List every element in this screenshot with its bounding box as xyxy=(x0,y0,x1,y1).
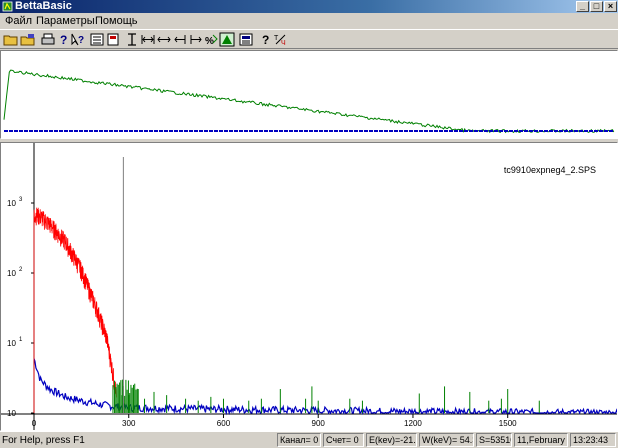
overview-spectrum-panel[interactable] xyxy=(0,50,618,139)
peak-icon xyxy=(219,32,235,47)
svg-text:?: ? xyxy=(60,33,67,47)
x-tick-label: 1500 xyxy=(499,419,517,428)
list-button[interactable] xyxy=(89,32,105,47)
y-tick-exponent: 2 xyxy=(19,267,23,273)
close-button[interactable]: × xyxy=(604,1,617,12)
calibrate-icon xyxy=(107,33,119,46)
print-icon xyxy=(41,33,55,45)
svg-text:Ч: Ч xyxy=(281,40,286,47)
y-tick-exponent: 3 xyxy=(19,197,23,203)
series-red xyxy=(33,207,117,413)
question-icon: ? xyxy=(262,33,269,47)
x-tick-label: 0 xyxy=(32,419,37,428)
y-tick-exponent: 1 xyxy=(19,337,23,343)
x-tick-label: 1200 xyxy=(404,419,422,428)
context-help-button[interactable]: ? xyxy=(70,32,86,47)
marker-button[interactable] xyxy=(124,32,140,47)
report-button[interactable] xyxy=(238,32,254,47)
toolbar: ? ? % ? TЧ xyxy=(0,29,618,49)
status-bar: For Help, press F1 Канал= 0 Счет= 0 E(ke… xyxy=(0,431,618,448)
status-date: 11,February 03 xyxy=(514,433,568,447)
overview-spectrum-plot[interactable] xyxy=(1,51,617,138)
menu-parameters[interactable]: Параметры xyxy=(36,15,95,27)
y-tick-label: 10 xyxy=(7,199,16,208)
save-button[interactable] xyxy=(20,32,36,47)
window-title: BettaBasic xyxy=(15,0,72,12)
y-tick-label: 10 xyxy=(7,269,16,278)
status-area: S=53510 xyxy=(476,433,512,447)
fit-button[interactable]: % xyxy=(204,32,220,47)
settings-icon: TЧ xyxy=(274,34,286,47)
status-help-text: For Help, press F1 xyxy=(2,435,85,446)
question-button[interactable]: ? xyxy=(258,32,274,47)
plot-series xyxy=(33,207,618,416)
svg-text:%: % xyxy=(205,36,214,47)
svg-text:?: ? xyxy=(262,33,269,47)
x-tick-label: 600 xyxy=(217,419,231,428)
series-blue xyxy=(33,358,618,416)
status-time: 13:23:43 xyxy=(570,433,616,447)
app-icon xyxy=(2,1,13,12)
maximize-button[interactable]: □ xyxy=(590,1,603,12)
shift-right-button[interactable] xyxy=(188,32,204,47)
svg-text:?: ? xyxy=(78,35,84,46)
spectrum-filename: tc9910expneg4_2.SPS xyxy=(504,165,596,175)
shift-left-button[interactable] xyxy=(172,32,188,47)
y-tick-label: 10 xyxy=(7,339,16,348)
menu-help[interactable]: Помощь xyxy=(95,15,138,27)
x-tick-label: 900 xyxy=(312,419,326,428)
context-help-icon: ? xyxy=(71,33,84,46)
main-spectrum-plot[interactable]: 0 300 600 900 1200 15001010 110 210 3 tc9910expn… xyxy=(1,143,618,430)
main-spectrum-panel[interactable]: 0 300 600 900 1200 1500 10 10 1 10 2 10 3 tc9910expn… xyxy=(0,142,618,431)
marker-icon xyxy=(128,33,136,46)
title-bar: BettaBasic _ □ × xyxy=(0,0,618,13)
settings-button[interactable]: TЧ xyxy=(273,32,289,47)
status-width: W(keV)= 54.33 xyxy=(419,433,474,447)
status-count: Счет= 0 xyxy=(323,433,364,447)
status-energy: E(kev)=-21.91 xyxy=(366,433,417,447)
open-button[interactable] xyxy=(3,32,19,47)
list-icon xyxy=(90,33,104,46)
save-icon xyxy=(20,34,35,46)
range-icon xyxy=(141,35,155,44)
x-tick-label: 300 xyxy=(122,419,136,428)
report-icon xyxy=(239,33,253,46)
menu-bar: Файл Параметры Помощь xyxy=(0,13,618,29)
svg-text:T: T xyxy=(274,35,279,42)
fit-icon: % xyxy=(205,34,218,47)
minimize-button[interactable]: _ xyxy=(576,1,589,12)
shift-right-icon xyxy=(190,35,202,44)
plot-axes: 0 300 600 900 1200 15001010 110 210 3 xyxy=(1,143,617,430)
menu-file[interactable]: Файл xyxy=(5,15,32,27)
zoom-horizontal-button[interactable] xyxy=(156,32,172,47)
status-channel: Канал= 0 xyxy=(277,433,321,447)
calibrate-button[interactable] xyxy=(105,32,121,47)
overview-series-green xyxy=(3,69,615,134)
y-tick-label: 10 xyxy=(7,409,16,418)
open-icon xyxy=(3,35,18,46)
zoom-horizontal-icon xyxy=(157,36,171,43)
print-button[interactable] xyxy=(40,32,56,47)
shift-left-icon xyxy=(174,35,186,44)
range-button[interactable] xyxy=(140,32,156,47)
peak-button[interactable] xyxy=(219,32,235,47)
